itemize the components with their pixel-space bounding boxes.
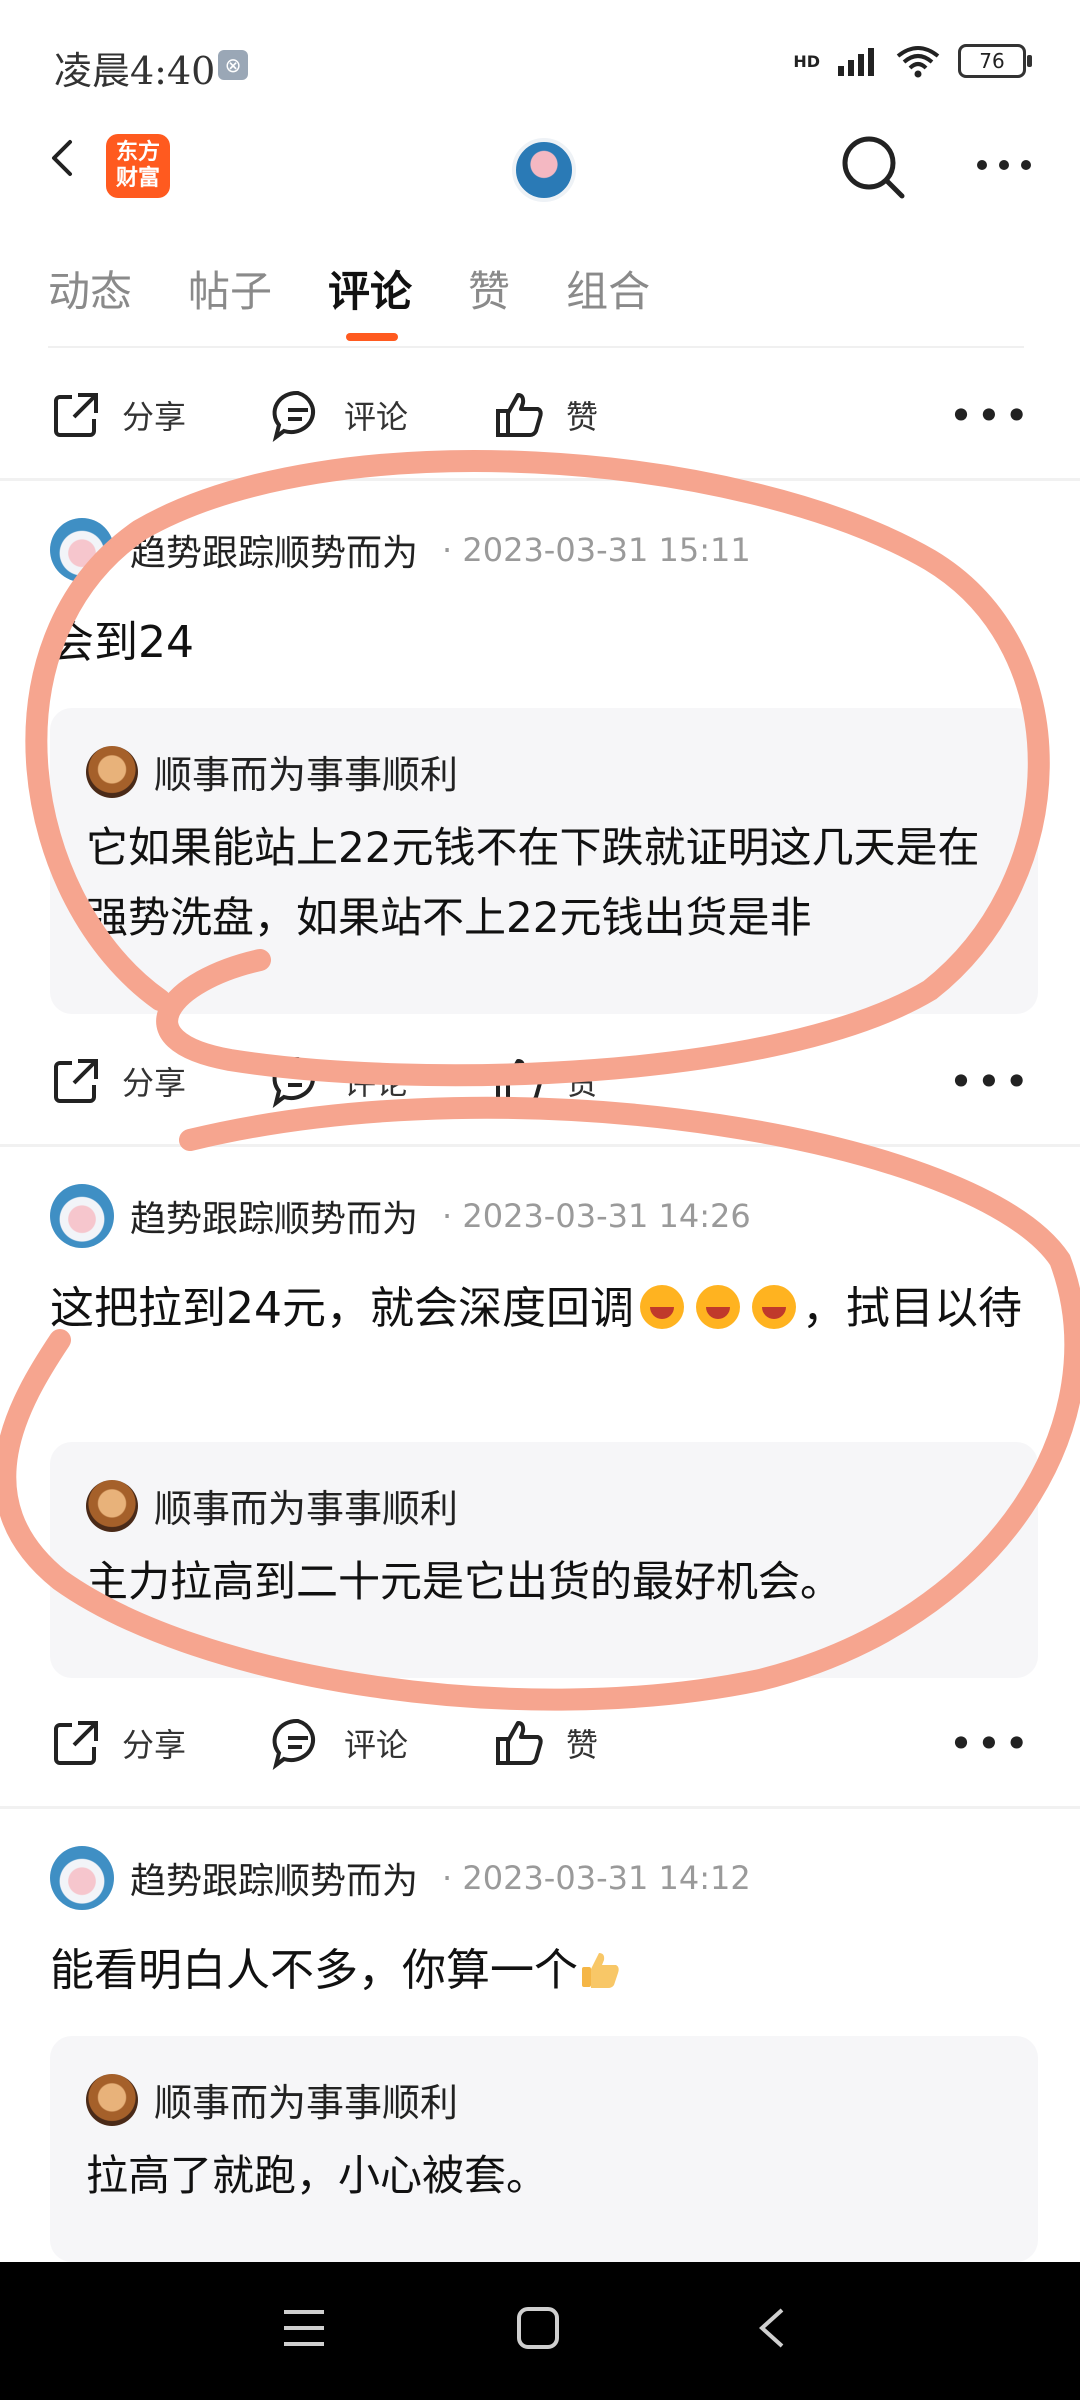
avatar: [86, 745, 138, 798]
quoted-post[interactable]: 顺事而为事事顺利 拉高了就跑，小心被套。: [50, 2036, 1038, 2262]
thumbs-up-icon: [496, 393, 543, 437]
share-icon: [54, 393, 98, 437]
tab-divider: [48, 346, 1024, 348]
comment-text: 会到24: [50, 617, 194, 668]
status-indicators: HD 76: [793, 44, 1032, 78]
status-time: 凌晨4:40: [54, 49, 216, 93]
like-label: 赞: [566, 398, 599, 436]
comment-text: 能看明白人不多，你算一个: [50, 1936, 1030, 2006]
quoted-username: 顺事而为事事顺利: [154, 1487, 459, 1531]
tab-bar: 动态 帖子 评论 赞 组合: [48, 258, 650, 341]
like-button[interactable]: 赞: [492, 1053, 598, 1109]
notification-icon: ⊗: [218, 50, 248, 80]
signal-icon: [838, 48, 874, 76]
action-bar: 分享 评论 赞 •••: [48, 1708, 1032, 1778]
comment-header: 趋势跟踪顺势而为 · 2023-03-31 14:12: [50, 1846, 751, 1910]
tab-portfolio[interactable]: 组合: [566, 258, 650, 319]
comment-label: 评论: [344, 1064, 409, 1102]
comment-icon: [272, 1056, 316, 1108]
avatar: [86, 1479, 138, 1532]
network-badge: HD: [793, 51, 820, 71]
section-divider: [0, 1806, 1080, 1809]
comment-header: 趋势跟踪顺势而为 · 2023-03-31 15:11: [50, 518, 751, 582]
comment-button[interactable]: 评论: [270, 1053, 408, 1109]
comment-text-part: 这把拉到24元，就会深度回调: [50, 1283, 634, 1334]
section-divider: [0, 1144, 1080, 1147]
username[interactable]: 趋势跟踪顺势而为: [130, 524, 418, 576]
share-label: 分享: [122, 1064, 187, 1102]
username[interactable]: 趋势跟踪顺势而为: [130, 1190, 418, 1242]
laughing-emoji-icon: [696, 1285, 740, 1329]
action-bar: 分享 评论 赞 •••: [48, 380, 1032, 450]
section-divider: [0, 478, 1080, 481]
laughing-emoji-icon: [752, 1285, 796, 1329]
comment-text-part: ，拭目以待: [802, 1283, 1022, 1334]
action-bar: 分享 评论 赞 •••: [48, 1046, 1032, 1116]
comment-icon: [272, 390, 316, 442]
laughing-emoji-icon: [640, 1285, 684, 1329]
quoted-post[interactable]: 顺事而为事事顺利 它如果能站上22元钱不在下跌就证明这几天是在强势洗盘，如果站不…: [50, 708, 1038, 1014]
search-icon[interactable]: [838, 132, 908, 202]
quoted-post[interactable]: 顺事而为事事顺利 主力拉高到二十元是它出货的最好机会。: [50, 1442, 1038, 1678]
quoted-header: 顺事而为事事顺利: [86, 2072, 1002, 2127]
menu-icon[interactable]: [282, 2308, 326, 2348]
quoted-text: 它如果能站上22元钱不在下跌就证明这几天是在强势洗盘，如果站不上22元钱出货是非: [86, 823, 980, 942]
more-options-icon[interactable]: •••: [949, 391, 1032, 440]
like-button[interactable]: 赞: [492, 1715, 598, 1771]
comment-label: 评论: [344, 1726, 409, 1764]
thumbs-up-icon: [496, 1721, 543, 1765]
share-icon: [54, 1721, 98, 1765]
quoted-text: 拉高了就跑，小心被套。: [86, 2151, 549, 2200]
more-options-icon[interactable]: •••: [949, 1057, 1032, 1106]
more-options-icon[interactable]: •••: [949, 1719, 1032, 1768]
like-label: 赞: [566, 1064, 599, 1102]
tab-dynamic[interactable]: 动态: [48, 258, 132, 319]
timestamp: · 2023-03-31 14:26: [442, 1197, 751, 1235]
profile-avatar[interactable]: [512, 138, 576, 202]
comment-text: 这把拉到24元，就会深度回调 ，拭目以待: [50, 1274, 1030, 1344]
comment-label: 评论: [344, 398, 409, 436]
quoted-header: 顺事而为事事顺利: [86, 1478, 1002, 1533]
thumbs-up-icon: [496, 1059, 543, 1103]
avatar[interactable]: [50, 1184, 114, 1248]
app-logo: 东方财富: [106, 134, 170, 198]
wifi-icon: [896, 46, 940, 78]
comment-icon: [272, 1718, 316, 1770]
share-label: 分享: [122, 398, 187, 436]
comment-button[interactable]: 评论: [270, 1715, 408, 1771]
timestamp: · 2023-03-31 14:12: [442, 1859, 751, 1897]
tab-comments[interactable]: 评论: [328, 258, 412, 341]
avatar: [86, 2073, 138, 2126]
like-button[interactable]: 赞: [492, 387, 598, 443]
battery-indicator: 76: [958, 44, 1032, 78]
home-icon[interactable]: [516, 2306, 560, 2350]
share-button[interactable]: 分享: [48, 1053, 186, 1109]
tab-likes[interactable]: 赞: [468, 258, 510, 319]
share-button[interactable]: 分享: [48, 1715, 186, 1771]
thumbs-up-emoji-icon: [582, 1953, 619, 1988]
system-navigation-bar: [0, 2262, 1080, 2400]
comment-text-part: 能看明白人不多，你算一个: [50, 1945, 578, 1996]
like-label: 赞: [566, 1726, 599, 1764]
quoted-header: 顺事而为事事顺利: [86, 744, 1002, 799]
timestamp: · 2023-03-31 15:11: [442, 531, 751, 569]
comment-button[interactable]: 评论: [270, 387, 408, 443]
avatar[interactable]: [50, 1846, 114, 1910]
username[interactable]: 趋势跟踪顺势而为: [130, 1852, 418, 1904]
share-icon: [54, 1059, 98, 1103]
quoted-username: 顺事而为事事顺利: [154, 753, 459, 797]
comment-header: 趋势跟踪顺势而为 · 2023-03-31 14:26: [50, 1184, 751, 1248]
tab-posts[interactable]: 帖子: [188, 258, 272, 319]
share-button[interactable]: 分享: [48, 387, 186, 443]
quoted-username: 顺事而为事事顺利: [154, 2081, 459, 2125]
nav-back-icon[interactable]: [756, 2306, 786, 2350]
more-icon[interactable]: [974, 150, 1034, 180]
back-icon[interactable]: [44, 138, 84, 178]
avatar[interactable]: [50, 518, 114, 582]
share-label: 分享: [122, 1726, 187, 1764]
quoted-text: 主力拉高到二十元是它出货的最好机会。: [86, 1557, 843, 1606]
